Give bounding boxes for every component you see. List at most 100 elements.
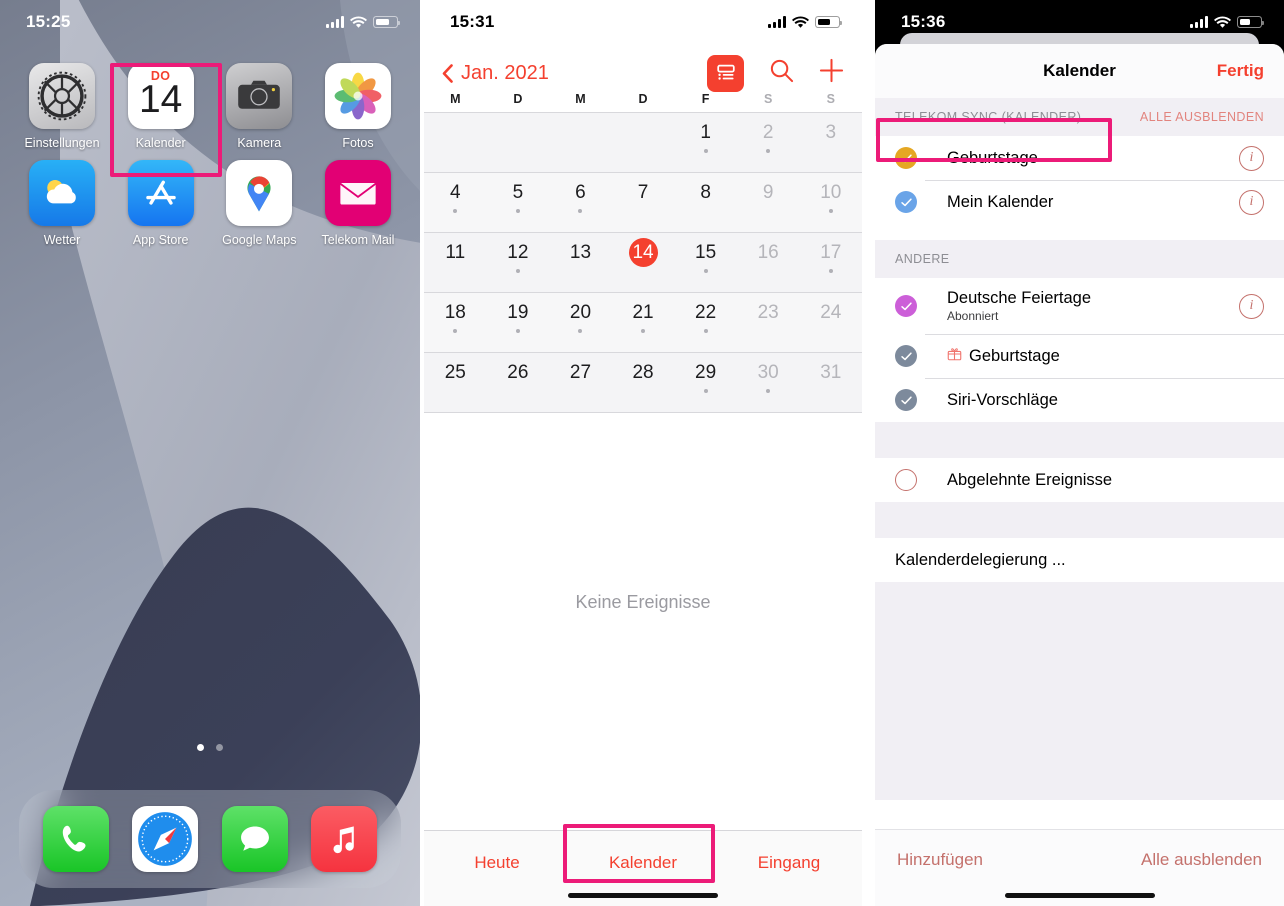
calendar-day-cell[interactable]: 14: [612, 233, 675, 292]
weekday-header: S: [764, 92, 773, 106]
hide-all-link[interactable]: ALLE AUSBLENDEN: [1140, 110, 1264, 124]
home-dock: [19, 790, 401, 888]
cellular-bars-icon: [768, 16, 786, 28]
back-to-year-button[interactable]: Jan. 2021: [442, 62, 549, 85]
calendar-day-cell[interactable]: 21: [612, 293, 675, 352]
calendar-week-row: 25 26 27 28 29 30 31: [424, 353, 862, 413]
calendar-day-number: 12: [507, 242, 529, 263]
phone-panel-home-screen: 15:25 Einstellungen DO 14 Kalender Kamer…: [0, 0, 420, 906]
hide-all-button[interactable]: Alle ausblenden: [1141, 850, 1262, 870]
home-indicator: [568, 893, 718, 898]
app-musik[interactable]: [311, 806, 378, 872]
row-abgelehnte-ereignisse[interactable]: Abgelehnte Ereignisse: [875, 458, 1284, 502]
calendar-day-number: 29: [695, 362, 717, 383]
calendar-day-cell[interactable]: 4: [424, 173, 487, 232]
checkbox-checked-icon[interactable]: [895, 295, 917, 317]
app-fotos[interactable]: Fotos: [310, 63, 406, 150]
add-calendar-button[interactable]: Hinzufügen: [897, 850, 983, 870]
list-view-icon[interactable]: [707, 54, 744, 92]
calendar-day-cell[interactable]: 27: [549, 353, 612, 412]
calendar-day-number: 6: [575, 182, 586, 203]
row-kalenderdelegierung[interactable]: Kalenderdelegierung ...: [875, 538, 1284, 582]
calendar-day-cell[interactable]: 22: [674, 293, 737, 352]
section-spacer: [875, 502, 1284, 538]
info-icon[interactable]: i: [1239, 293, 1264, 319]
app-nachrichten[interactable]: [221, 806, 288, 872]
app-telekom-mail[interactable]: Telekom Mail: [310, 160, 406, 247]
plus-icon[interactable]: [819, 58, 844, 88]
checkbox-checked-icon[interactable]: [895, 345, 917, 367]
calendar-day-cell[interactable]: 11: [424, 233, 487, 292]
calendar-day-cell[interactable]: 30: [737, 353, 800, 412]
info-icon[interactable]: i: [1239, 145, 1264, 171]
calendar-day-cell[interactable]: 16: [737, 233, 800, 292]
app-label: Telekom Mail: [321, 233, 395, 247]
calendar-list-item[interactable]: Siri-Vorschläge: [875, 378, 1284, 422]
page-dot-1[interactable]: [197, 744, 204, 751]
calendar-day-cell[interactable]: 3: [799, 113, 862, 172]
app-safari[interactable]: [132, 806, 199, 872]
search-icon[interactable]: [769, 58, 794, 88]
calendar-day-cell[interactable]: 9: [737, 173, 800, 232]
app-wetter[interactable]: Wetter: [14, 160, 110, 247]
page-indicator-dots[interactable]: [0, 744, 420, 751]
calendar-day-cell[interactable]: 6: [549, 173, 612, 232]
app-einstellungen[interactable]: Einstellungen: [14, 63, 110, 150]
calendar-day-number: 31: [820, 362, 842, 383]
calendar-day-cell[interactable]: 28: [612, 353, 675, 412]
wifi-icon: [792, 16, 809, 29]
calendar-month-grid: 1 2 3 4 5 6 7 8 9 10 11 12 13 14 15 16 17 18 19 20 21 22 23 24 2…: [424, 113, 862, 413]
calendar-day-cell[interactable]: 17: [799, 233, 862, 292]
calendar-day-cell-empty: [424, 113, 487, 172]
checkbox-checked-icon[interactable]: [895, 191, 917, 213]
app-kalender[interactable]: DO 14 Kalender: [113, 63, 209, 150]
calendar-list-item[interactable]: Deutsche Feiertage Abonniert i: [875, 278, 1284, 334]
calendar-day-cell[interactable]: 25: [424, 353, 487, 412]
page-dot-2[interactable]: [216, 744, 223, 751]
calendar-day-cell[interactable]: 10: [799, 173, 862, 232]
calendar-day-cell[interactable]: 5: [487, 173, 550, 232]
checkbox-unchecked-icon[interactable]: [895, 469, 917, 491]
app-label: Kamera: [237, 136, 282, 150]
row-text: Siri-Vorschläge: [947, 391, 1058, 410]
calendar-day-cell[interactable]: 12: [487, 233, 550, 292]
calendar-list-item[interactable]: Geburtstage i: [875, 136, 1284, 180]
sheet-bottom-filler: [875, 582, 1284, 800]
app-google-maps[interactable]: Google Maps: [211, 160, 307, 247]
calendar-day-cell[interactable]: 26: [487, 353, 550, 412]
tab-heute[interactable]: Heute: [424, 853, 570, 873]
calendar-day-cell[interactable]: 18: [424, 293, 487, 352]
tab-eingang[interactable]: Eingang: [716, 853, 862, 873]
calendar-day-number: 4: [450, 182, 461, 203]
calendar-day-cell[interactable]: 31: [799, 353, 862, 412]
calendar-day-cell[interactable]: 7: [612, 173, 675, 232]
checkbox-checked-icon[interactable]: [895, 147, 917, 169]
calendar-day-cell[interactable]: 19: [487, 293, 550, 352]
cellular-bars-icon: [326, 16, 344, 28]
info-icon[interactable]: i: [1239, 189, 1264, 215]
calendar-day-cell[interactable]: 20: [549, 293, 612, 352]
calendar-list-item[interactable]: Mein Kalender i: [875, 180, 1284, 224]
app-kamera[interactable]: Kamera: [211, 63, 307, 150]
calendar-day-cell[interactable]: 1: [674, 113, 737, 172]
app-telefon[interactable]: [42, 806, 109, 872]
calendar-day-cell[interactable]: 8: [674, 173, 737, 232]
calendar-day-cell[interactable]: 15: [674, 233, 737, 292]
app-app-store[interactable]: App Store: [113, 160, 209, 247]
tab-kalender[interactable]: Kalender: [570, 853, 716, 873]
checkbox-checked-icon[interactable]: [895, 389, 917, 411]
calendar-list-item[interactable]: Geburtstage: [875, 334, 1284, 378]
done-button[interactable]: Fertig: [1217, 61, 1264, 81]
calendar-day-cell[interactable]: 2: [737, 113, 800, 172]
calendar-day-cell[interactable]: 24: [799, 293, 862, 352]
calendar-day-cell[interactable]: 29: [674, 353, 737, 412]
calendar-day-cell-empty: [549, 113, 612, 172]
calendar-day-cell[interactable]: 23: [737, 293, 800, 352]
event-dot: [515, 209, 520, 213]
event-dot: [515, 329, 520, 333]
calendar-day-number: 23: [757, 302, 779, 323]
calendar-day-cell[interactable]: 13: [549, 233, 612, 292]
calendar-day-number: 16: [757, 242, 779, 263]
status-bar-sheet: 15:36: [875, 0, 1284, 44]
event-dot: [515, 269, 520, 273]
